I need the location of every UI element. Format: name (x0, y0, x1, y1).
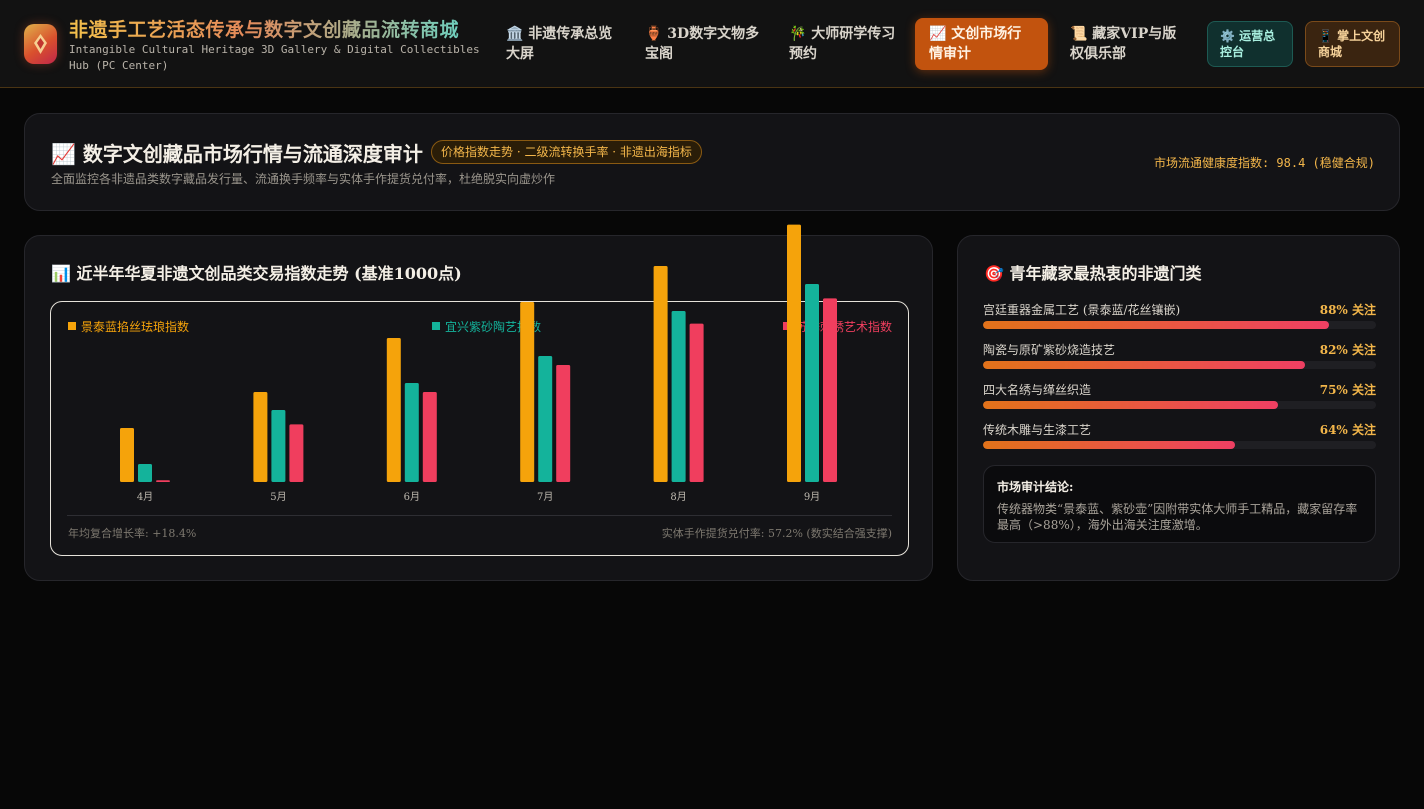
redemption-rate-note: 实体手作提货兑付率: 57.2% (数实结合强支撑) (661, 527, 892, 540)
x-tick-label: 7月 (537, 492, 554, 503)
legend-swatch (782, 322, 791, 330)
category-row[interactable]: 四大名绣与缂丝织造 75% 关注 (983, 381, 1376, 415)
metrics-badge: 价格指数走势 · 二级流转换手率 · 非遗出海指标 (431, 140, 702, 164)
x-tick-label: 4月 (136, 492, 154, 503)
nav-heritage-dashboard[interactable]: 🏛️ 非遗传承总览大屏 (506, 24, 626, 64)
brand-logo[interactable] (24, 24, 57, 64)
legend-label: 宜兴紫砂陶艺指数 (445, 320, 542, 334)
ops-console-button[interactable]: ⚙️ 运营总控台 (1207, 21, 1293, 67)
brand-title: 非遗手工艺活态传承与数字文创藏品流转商城 (69, 15, 459, 42)
hot-categories-panel: 🎯 青年藏家最热衷的非遗门类 宫廷重器金属工艺 (景泰蓝/花丝镶嵌) 88% 关注… (957, 235, 1400, 581)
category-row[interactable]: 传统木雕与生漆工艺 64% 关注 (983, 421, 1376, 455)
category-progress-fill (983, 441, 1235, 449)
category-progress-track (983, 321, 1376, 329)
legend-label: 景泰蓝掐丝珐琅指数 (81, 320, 190, 334)
market-health-index: 市场流通健康度指数: 98.4 (稳健合规) (1153, 156, 1375, 170)
top-header: 非遗手工艺活态传承与数字文创藏品流转商城 Intangible Cultural… (0, 0, 1424, 88)
category-progress-fill (983, 321, 1329, 329)
category-progress-track (983, 401, 1376, 409)
legend-swatch (432, 322, 440, 330)
page-description: 全面监控各非遗品类数字藏品发行量、流通换手频率与实体手作提货兑付率，杜绝脱实向虚… (51, 172, 556, 186)
x-tick-label: 9月 (803, 492, 821, 503)
category-row[interactable]: 陶瓷与原矿紫砂烧造技艺 82% 关注 (983, 341, 1376, 375)
category-progress-track (983, 361, 1376, 369)
category-progress-fill (983, 361, 1306, 369)
category-name: 传统木雕与生漆工艺 (983, 423, 1092, 437)
conclusion-text: 传统器物类“景泰蓝、紫砂壶”因附带实体大师手工精品，藏家留存率最高（>88%），… (997, 502, 1358, 532)
legend-item[interactable]: 宜兴紫砂陶艺指数 (432, 318, 541, 335)
page-title: 📈 数字文创藏品市场行情与流通深度审计 (51, 142, 423, 166)
category-row[interactable]: 宫廷重器金属工艺 (景泰蓝/花丝镶嵌) 88% 关注 (983, 301, 1376, 335)
legend-swatch (68, 322, 76, 330)
chart-divider (67, 515, 892, 516)
category-percent: 88% 关注 (1319, 303, 1376, 317)
chart-frame: 景泰蓝掐丝珐琅指数 宜兴紫砂陶艺指数 苏绣刺绣艺术指数 年均复合增长率: +18… (50, 301, 909, 556)
chart-title: 📊 近半年华夏非遗文创品类交易指数走势 (基准1000点) (51, 264, 462, 283)
category-progress-fill (983, 401, 1278, 409)
x-tick-label: 8月 (670, 492, 687, 503)
x-tick-label: 6月 (403, 492, 420, 503)
category-percent: 82% 关注 (1319, 343, 1376, 357)
nav-vip-club[interactable]: 📜 藏家VIP与版权俱乐部 (1070, 24, 1190, 64)
category-name: 四大名绣与缂丝织造 (983, 383, 1092, 397)
legend-item[interactable]: 景泰蓝掐丝珐琅指数 (68, 318, 189, 335)
category-progress-track (983, 441, 1376, 449)
trade-index-panel: 📊 近半年华夏非遗文创品类交易指数走势 (基准1000点) 景泰蓝掐丝珐琅指数 … (24, 235, 933, 581)
x-tick-label: 5月 (270, 492, 287, 503)
audit-conclusion-card: 市场审计结论: 传统器物类“景泰蓝、紫砂壶”因附带实体大师手工精品，藏家留存率最… (983, 465, 1376, 543)
category-percent: 64% 关注 (1319, 423, 1376, 437)
legend-label: 苏绣刺绣艺术指数 (795, 320, 892, 334)
nav-3d-gallery[interactable]: 🏺 3D数字文物多宝阁 (645, 24, 765, 64)
nav-market-audit[interactable]: 📈 文创市场行情审计 (915, 18, 1048, 70)
mobile-mall-button[interactable]: 📱 掌上文创商城 (1305, 21, 1400, 67)
brand-subtitle: Intangible Cultural Heritage 3D Gallery … (69, 43, 480, 72)
nav-master-workshop[interactable]: 🎋 大师研学传习预约 (789, 24, 909, 64)
conclusion-title: 市场审计结论: (997, 480, 1074, 494)
growth-rate-note: 年均复合增长率: +18.4% (68, 527, 197, 540)
hot-categories-title: 🎯 青年藏家最热衷的非遗门类 (984, 264, 1202, 283)
category-name: 陶瓷与原矿紫砂烧造技艺 (983, 343, 1116, 357)
market-summary-panel: 📈 数字文创藏品市场行情与流通深度审计 价格指数走势 · 二级流转换手率 · 非… (24, 113, 1400, 211)
lantern-icon (34, 34, 47, 54)
category-name: 宫廷重器金属工艺 (景泰蓝/花丝镶嵌) (983, 303, 1181, 317)
legend-item[interactable]: 苏绣刺绣艺术指数 (782, 318, 892, 335)
category-percent: 75% 关注 (1319, 383, 1376, 397)
